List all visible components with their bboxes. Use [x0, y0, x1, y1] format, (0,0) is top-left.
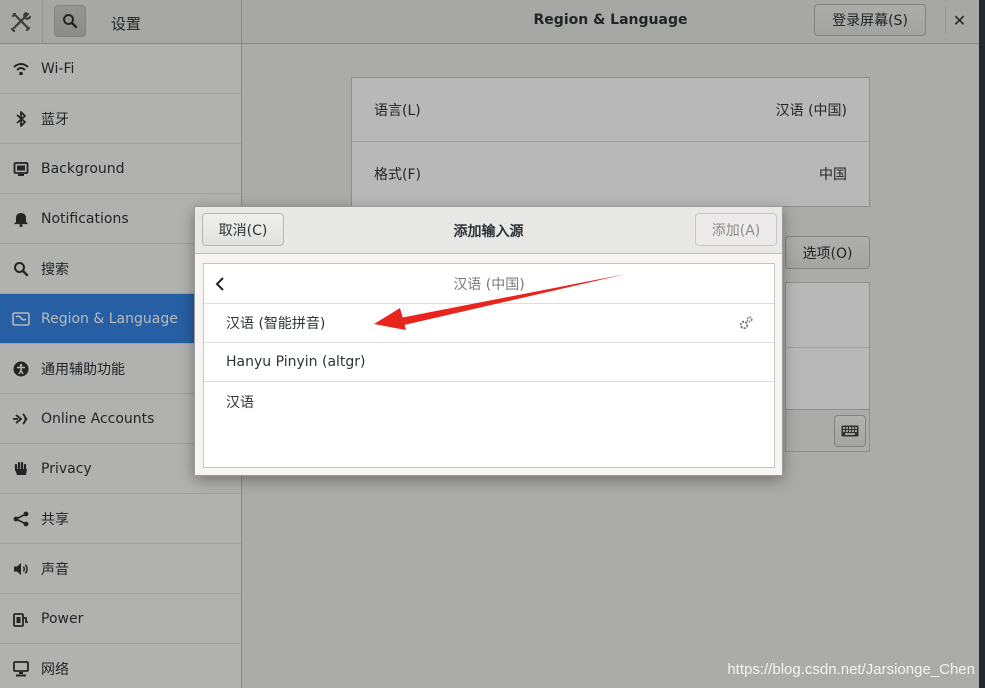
- list-item-hanyu-pinyin-altgr[interactable]: Hanyu Pinyin (altgr): [204, 343, 774, 382]
- dialog-header: 添加输入源 取消(C) 添加(A): [195, 207, 782, 254]
- cancel-button[interactable]: 取消(C): [202, 213, 284, 246]
- gear-icon[interactable]: [738, 315, 754, 331]
- list-item-label: 汉语: [226, 394, 254, 411]
- list-item-hanyu[interactable]: 汉语: [204, 382, 774, 421]
- list-header: 汉语 (中国): [204, 264, 774, 304]
- input-source-list: 汉语 (中国) 汉语 (智能拼音) Hanyu Pinyin (altgr) 汉…: [203, 263, 775, 468]
- list-item-label: Hanyu Pinyin (altgr): [226, 354, 366, 370]
- add-input-source-dialog: 添加输入源 取消(C) 添加(A) 汉语 (中国) 汉语 (智能拼音) Hany…: [194, 206, 783, 476]
- list-item-smart-pinyin[interactable]: 汉语 (智能拼音): [204, 304, 774, 343]
- chevron-left-icon: [215, 277, 224, 291]
- list-header-title: 汉语 (中国): [453, 276, 525, 293]
- window-edge: [979, 0, 985, 688]
- add-button[interactable]: 添加(A): [695, 213, 777, 246]
- list-item-label: 汉语 (智能拼音): [226, 316, 326, 332]
- watermark: https://blog.csdn.net/Jarsionge_Chen: [727, 661, 975, 678]
- back-button[interactable]: [210, 274, 230, 294]
